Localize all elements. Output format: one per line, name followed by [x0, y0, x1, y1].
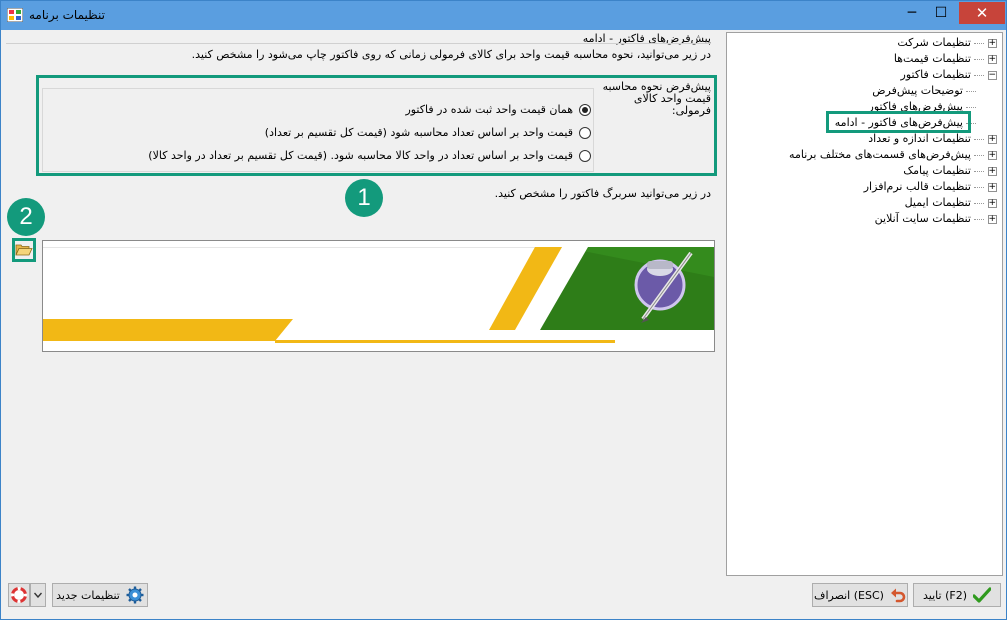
formula-description: در زیر می‌توانید، نحوه محاسبه قیمت واحد … [191, 48, 711, 61]
invoice-header-preview [42, 240, 715, 352]
option-label: قیمت واحد بر اساس تعداد محاسبه شود (قیمت… [264, 126, 573, 139]
radio-button-selected[interactable] [579, 103, 591, 116]
invoice-header-image [43, 241, 714, 351]
option-label: قیمت واحد بر اساس تعداد در واحد کالا محا… [148, 149, 573, 162]
settings-tree[interactable]: + تنظیمات شرکت + تنظیمات قیمت‌ها − تنظیم… [726, 32, 1003, 576]
tree-connector [966, 106, 976, 108]
open-folder-icon [15, 244, 33, 256]
expand-icon[interactable]: + [988, 182, 997, 192]
tree-item-size-quantity[interactable]: + تنظیمات اندازه و تعداد [868, 131, 997, 147]
expand-icon[interactable]: + [988, 38, 997, 48]
tree-item-label: تنظیمات قیمت‌ها [893, 52, 971, 65]
title-divider [6, 43, 711, 44]
tree-item-prices[interactable]: + تنظیمات قیمت‌ها [894, 51, 997, 67]
maximize-button[interactable]: ☐ [927, 2, 955, 24]
tree-item-label: تنظیمات سایت آنلاین [874, 212, 971, 225]
tree-item-online-site[interactable]: + تنظیمات سایت آنلاین [875, 211, 997, 227]
option-same-unit-price[interactable]: همان قیمت واحد ثبت شده در فاکتور [405, 103, 591, 116]
tree-item-label: تنظیمات قالب نرم‌افزار [863, 180, 971, 193]
tree-item-label: تنظیمات شرکت [897, 36, 971, 49]
collapse-icon[interactable]: − [988, 70, 997, 80]
cancel-button-label: (ESC) انصراف [814, 588, 884, 602]
close-button[interactable]: ✕ [959, 2, 1005, 24]
settings-window: تنظیمات برنامه ─ ☐ ✕ + تنظیمات شرکت + تن… [0, 0, 1007, 620]
tree-connector [974, 202, 984, 204]
check-icon [973, 587, 991, 603]
help-button[interactable] [8, 583, 30, 607]
tree-connector [974, 170, 984, 172]
tree-item-label: توضیحات پیش‌فرض [872, 84, 963, 97]
tree-item-default-descriptions[interactable]: توضیحات پیش‌فرض [872, 83, 976, 99]
expand-icon[interactable]: + [988, 54, 997, 64]
cancel-button[interactable]: (ESC) انصراف [812, 583, 908, 607]
tree-item-email[interactable]: + تنظیمات ایمیل [905, 195, 997, 211]
header-description: در زیر می‌توانید سربرگ فاکتور را مشخص کن… [494, 187, 711, 200]
tree-item-label: تنظیمات پیامک [903, 164, 971, 177]
browse-header-button[interactable] [12, 238, 36, 262]
tree-item-program-defaults[interactable]: + پیش‌فرض‌های قسمت‌های مختلف برنامه [789, 147, 997, 163]
tree-connector [974, 218, 984, 220]
expand-icon[interactable]: + [988, 134, 997, 144]
tree-connector [974, 154, 984, 156]
app-icon [7, 8, 23, 22]
chevron-down-icon [34, 592, 42, 598]
tree-connector [974, 74, 984, 76]
tree-item-label: پیش‌فرض‌های قسمت‌های مختلف برنامه [789, 148, 971, 161]
tree-item-theme[interactable]: + تنظیمات قالب نرم‌افزار [864, 179, 997, 195]
radio-button[interactable] [579, 126, 591, 139]
content-area: + تنظیمات شرکت + تنظیمات قیمت‌ها − تنظیم… [2, 30, 1005, 578]
bottom-bar: (F2) تایید (ESC) انصراف تنظیمات جدید [2, 578, 1005, 619]
window-title: تنظیمات برنامه [29, 8, 105, 22]
expand-icon[interactable]: + [988, 214, 997, 224]
tree-item-sms[interactable]: + تنظیمات پیامک [903, 163, 997, 179]
expand-icon[interactable]: + [988, 150, 997, 160]
gear-icon [126, 586, 144, 604]
step-badge-1: 1 [345, 179, 383, 217]
step-badge-2: 2 [7, 198, 45, 236]
minimize-button[interactable]: ─ [898, 2, 926, 24]
ok-button-label: (F2) تایید [923, 588, 967, 602]
lifebuoy-icon [11, 587, 27, 603]
tree-item-invoice[interactable]: − تنظیمات فاکتور [901, 67, 997, 83]
help-dropdown-button[interactable] [30, 583, 46, 607]
tree-connector [974, 186, 984, 188]
undo-arrow-icon [890, 588, 906, 603]
radio-button[interactable] [579, 149, 591, 162]
option-label: همان قیمت واحد ثبت شده در فاکتور [405, 103, 573, 116]
selected-item-highlight [826, 111, 971, 133]
tree-item-company[interactable]: + تنظیمات شرکت [897, 35, 997, 51]
ok-button[interactable]: (F2) تایید [913, 583, 1001, 607]
new-settings-label: تنظیمات جدید [56, 588, 120, 602]
new-settings-button[interactable]: تنظیمات جدید [52, 583, 148, 607]
tree-item-label: تنظیمات اندازه و تعداد [868, 132, 971, 145]
expand-icon[interactable]: + [988, 166, 997, 176]
title-bar[interactable]: تنظیمات برنامه ─ ☐ ✕ [1, 1, 1006, 30]
tree-connector [974, 138, 984, 140]
tree-connector [966, 90, 976, 92]
tree-connector [974, 42, 984, 44]
tree-item-label: تنظیمات ایمیل [904, 196, 971, 209]
expand-icon[interactable]: + [988, 198, 997, 208]
tree-connector [974, 58, 984, 60]
option-price-by-quantity[interactable]: قیمت واحد بر اساس تعداد محاسبه شود (قیمت… [265, 126, 591, 139]
option-price-by-unit-quantity[interactable]: قیمت واحد بر اساس تعداد در واحد کالا محا… [148, 149, 591, 162]
tree-item-label: تنظیمات فاکتور [900, 68, 971, 81]
